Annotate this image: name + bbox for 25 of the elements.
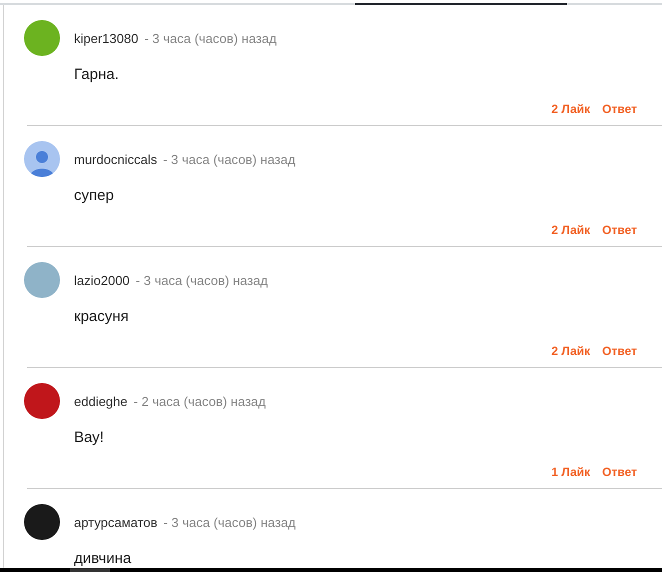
like-link[interactable]: 2 Лайк — [551, 344, 590, 358]
scrollbar-thumb[interactable] — [70, 568, 110, 572]
timestamp: - 3 часа (часов) назад — [163, 514, 296, 530]
username[interactable]: артурсаматов — [74, 514, 158, 530]
comment-text: красуня — [74, 308, 130, 325]
reply-link[interactable]: Ответ — [602, 465, 637, 479]
timestamp: - 3 часа (часов) назад — [136, 272, 268, 288]
reply-link[interactable]: Ответ — [602, 102, 637, 116]
comment-text: Гарна. — [74, 66, 120, 83]
timestamp: - 3 часа (часов) назад — [144, 30, 277, 46]
comment-text: дивчина — [74, 550, 132, 567]
like-link[interactable]: 2 Лайк — [551, 223, 590, 237]
scrollbar-thumb[interactable] — [355, 3, 567, 5]
username[interactable]: lazio2000 — [74, 272, 130, 288]
comment-text: Вау! — [74, 429, 105, 446]
reply-link[interactable]: Ответ — [602, 344, 637, 358]
like-link[interactable]: 1 Лайк — [551, 465, 590, 479]
like-link[interactable]: 2 Лайк — [551, 102, 590, 116]
username[interactable]: kiper13080 — [74, 30, 138, 46]
username[interactable]: murdocniccals — [74, 152, 158, 166]
timestamp: - 2 часа (часов) назад — [134, 394, 266, 408]
reply-link[interactable]: Ответ — [602, 223, 637, 237]
comment-text: супер — [74, 187, 115, 204]
timestamp: - 3 часа (часов) назад — [163, 152, 296, 166]
username[interactable]: eddieghe — [74, 394, 128, 408]
